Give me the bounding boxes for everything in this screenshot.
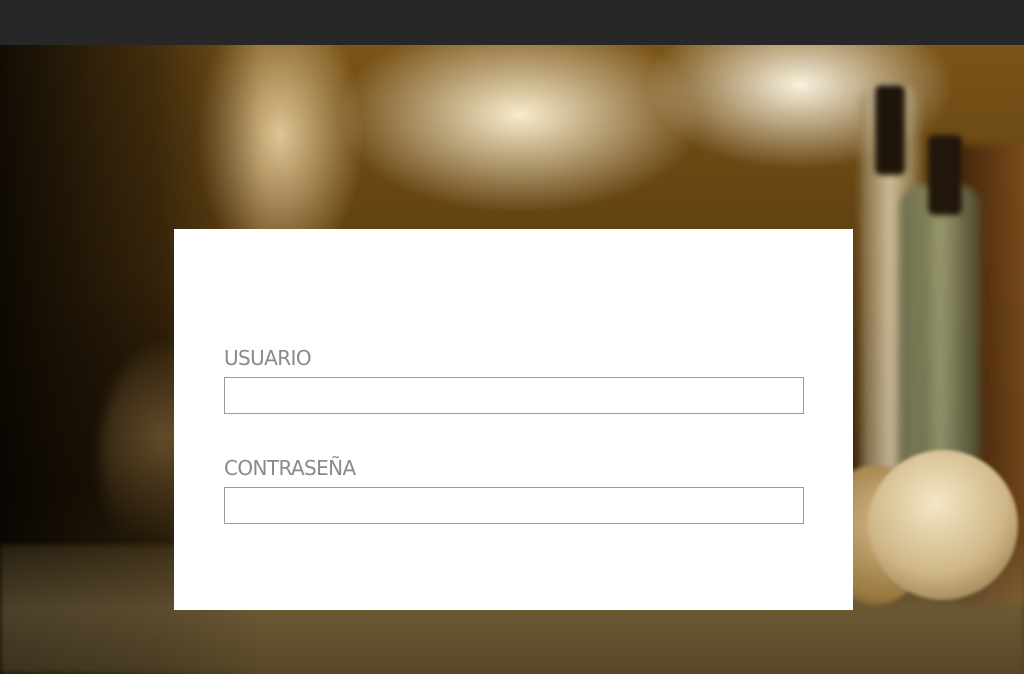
background-bottle-neck [928, 135, 962, 215]
background-bottle-neck [875, 85, 905, 175]
login-card: USUARIO CONTRASEÑA [174, 229, 853, 610]
background-apple [868, 450, 1018, 600]
password-label: CONTRASEÑA [224, 456, 356, 480]
username-input[interactable] [224, 377, 804, 414]
top-bar [0, 0, 1024, 45]
password-input[interactable] [224, 487, 804, 524]
username-label: USUARIO [224, 346, 312, 370]
